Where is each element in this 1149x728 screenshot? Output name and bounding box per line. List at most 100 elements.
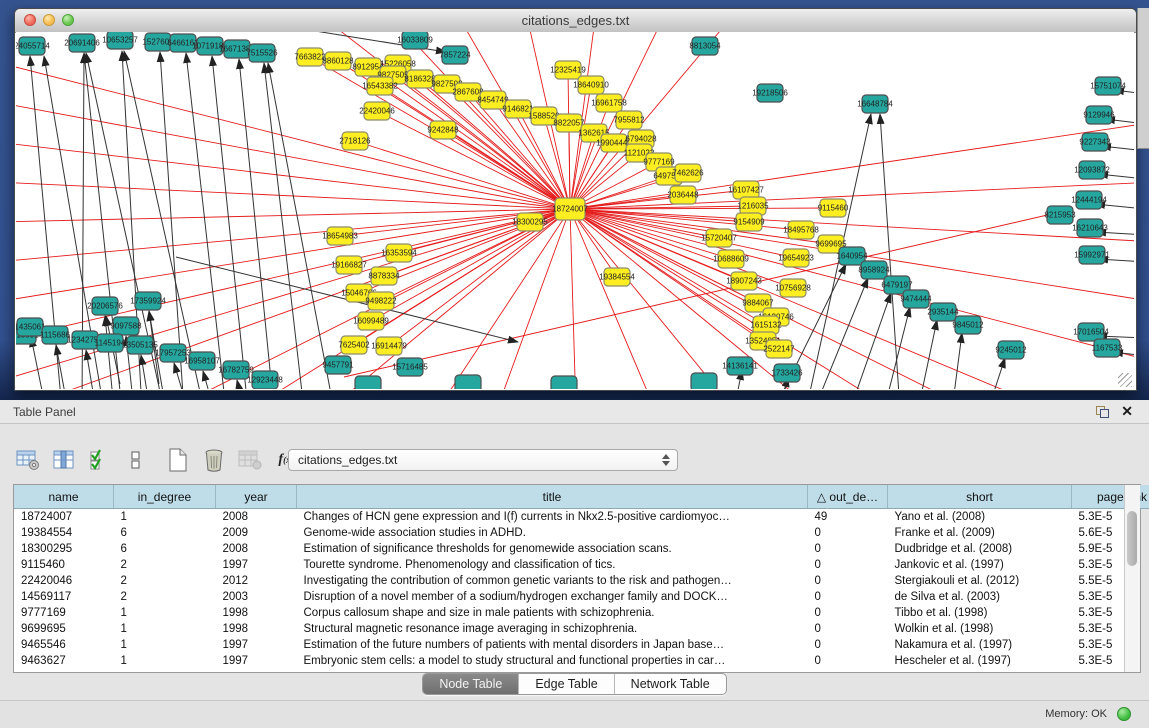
table-cell[interactable]: Dudbridge et al. (2008) [888, 541, 1072, 557]
table-cell[interactable]: 2009 [216, 525, 297, 541]
table-cell[interactable]: 2008 [216, 541, 297, 557]
graph-node[interactable]: 15751074 [1090, 77, 1126, 95]
tab-edge-table[interactable]: Edge Table [519, 674, 614, 694]
graph-node[interactable]: 18640910 [573, 76, 609, 94]
table-cell[interactable]: 1 [114, 653, 216, 669]
table-cell[interactable]: 0 [808, 573, 888, 589]
citation-graph[interactable]: 7663822886012889129541522605898275051654… [16, 32, 1134, 389]
table-row[interactable]: 1830029562008Estimation of significance … [14, 541, 1149, 557]
table-cell[interactable]: 2 [114, 557, 216, 573]
table-cell[interactable]: 18300295 [14, 541, 114, 557]
graph-node[interactable]: 8813054 [689, 37, 721, 55]
table-cell[interactable]: 2008 [216, 509, 297, 526]
table-cell[interactable]: 1997 [216, 637, 297, 653]
network-canvas[interactable]: 7663822886012889129541522605898275051654… [16, 32, 1134, 389]
window-titlebar[interactable]: citations_edges.txt [15, 9, 1136, 33]
table-row[interactable]: 977716911998Corpus callosum shape and si… [14, 605, 1149, 621]
table-cell[interactable]: 1998 [216, 621, 297, 637]
graph-edge[interactable] [141, 355, 150, 389]
graph-node[interactable]: 8860128 [322, 52, 354, 70]
graph-node[interactable]: 7857224 [439, 46, 471, 64]
new-table-button[interactable] [163, 446, 193, 474]
table-cell[interactable]: Investigating the contribution of common… [297, 573, 808, 589]
table-cell[interactable]: 2012 [216, 573, 297, 589]
table-cell[interactable]: Nakamura et al. (1997) [888, 637, 1072, 653]
table-cell[interactable]: 0 [808, 541, 888, 557]
table-cell[interactable]: Yano et al. (2008) [888, 509, 1072, 526]
graph-node[interactable]: 9154909 [733, 213, 765, 231]
graph-node[interactable]: 2522147 [763, 340, 795, 358]
table-scrollbar[interactable] [1124, 485, 1140, 672]
table-cell[interactable]: 14569117 [14, 589, 114, 605]
graph-node[interactable]: 16033809 [397, 32, 433, 49]
graph-node[interactable]: 9227343 [1079, 133, 1111, 151]
table-cell[interactable]: 19384554 [14, 525, 114, 541]
table-cell[interactable]: Structural magnetic resonance image aver… [297, 621, 808, 637]
graph-edge[interactable] [570, 182, 1134, 209]
graph-node[interactable]: 9129946 [1083, 106, 1115, 124]
graph-node[interactable]: 16107427 [728, 181, 764, 199]
table-row[interactable]: 1456911722003Disruption of a novel membe… [14, 589, 1149, 605]
table-cell[interactable]: 9465546 [14, 637, 114, 653]
table-cell[interactable]: Genome-wide association studies in ADHD. [297, 525, 808, 541]
table-cell[interactable]: Franke et al. (2009) [888, 525, 1072, 541]
graph-edge[interactable] [16, 209, 570, 342]
graph-node[interactable] [691, 373, 717, 389]
graph-edge[interactable] [16, 209, 570, 222]
graph-node[interactable]: 9845012 [952, 316, 984, 334]
graph-edge[interactable] [160, 52, 184, 389]
table-cell[interactable]: Jankovic et al. (1997) [888, 557, 1072, 573]
table-cell[interactable]: 1 [114, 605, 216, 621]
graph-node[interactable]: 9498222 [365, 292, 397, 310]
graph-edge[interactable] [31, 337, 46, 389]
table-cell[interactable]: Disruption of a novel member of a sodium… [297, 589, 808, 605]
table-cell[interactable]: 0 [808, 605, 888, 621]
graph-node[interactable]: 15716485 [392, 358, 428, 376]
graph-edge[interactable] [264, 63, 304, 389]
table-cell[interactable]: 2003 [216, 589, 297, 605]
graph-node[interactable]: 10756928 [775, 279, 811, 297]
table-row[interactable]: 911546021997Tourette syndrome. Phenomeno… [14, 557, 1149, 573]
table-cell[interactable]: Changes of HCN gene expression and I(f) … [297, 509, 808, 526]
table-cell[interactable]: 6 [114, 525, 216, 541]
table-cell[interactable]: 2 [114, 589, 216, 605]
graph-node[interactable]: 19384554 [599, 268, 635, 286]
graph-node[interactable] [455, 375, 481, 389]
table-cell[interactable]: Estimation of the future numbers of pati… [297, 637, 808, 653]
graph-node[interactable]: 12093872 [1074, 161, 1110, 179]
table-row[interactable]: 1938455462009Genome-wide association stu… [14, 525, 1149, 541]
graph-edge[interactable] [952, 333, 962, 389]
graph-edge[interactable] [570, 209, 576, 389]
graph-node[interactable]: 8215953 [1044, 206, 1076, 224]
column-header-name[interactable]: name [14, 485, 114, 509]
table-cell[interactable]: 9777169 [14, 605, 114, 621]
table-cell[interactable]: Tourette syndrome. Phenomenology and cla… [297, 557, 808, 573]
graph-edge[interactable] [268, 63, 334, 389]
delete-table-button[interactable] [199, 446, 229, 474]
table-cell[interactable]: Stergiakouli et al. (2012) [888, 573, 1072, 589]
graph-node[interactable]: 15720407 [701, 229, 737, 247]
graph-node[interactable]: 1615132 [750, 316, 782, 334]
table-cell[interactable]: Embryonic stem cells: a model to study s… [297, 653, 808, 669]
table-options-button[interactable] [13, 446, 43, 474]
memory-ok-icon[interactable] [1117, 707, 1131, 721]
graph-node[interactable]: 7663822 [294, 48, 326, 66]
graph-edge[interactable] [570, 32, 736, 209]
float-panel-icon[interactable] [1096, 406, 1109, 418]
table-cell[interactable]: 0 [808, 637, 888, 653]
table-cell[interactable]: Hescheler et al. (1997) [888, 653, 1072, 669]
graph-node[interactable]: 8878334 [368, 267, 400, 285]
graph-node[interactable]: 18907243 [726, 272, 762, 290]
graph-edge[interactable] [237, 380, 244, 389]
graph-node[interactable]: 19218506 [752, 84, 788, 102]
graph-node[interactable]: 13505135 [122, 336, 158, 354]
graph-edge[interactable] [203, 371, 214, 389]
graph-node[interactable]: 20206576 [87, 297, 123, 315]
table-cell[interactable]: Tibbo et al. (1998) [888, 605, 1072, 621]
graph-node[interactable]: 1145194 [95, 334, 126, 352]
graph-node[interactable]: 16099489 [353, 312, 389, 330]
graph-node[interactable]: 17359924 [130, 292, 166, 310]
column-header-out_de[interactable]: △ out_de… [808, 485, 888, 509]
graph-node[interactable]: 16210643 [1072, 219, 1108, 237]
graph-node[interactable]: 9245012 [995, 341, 1027, 359]
